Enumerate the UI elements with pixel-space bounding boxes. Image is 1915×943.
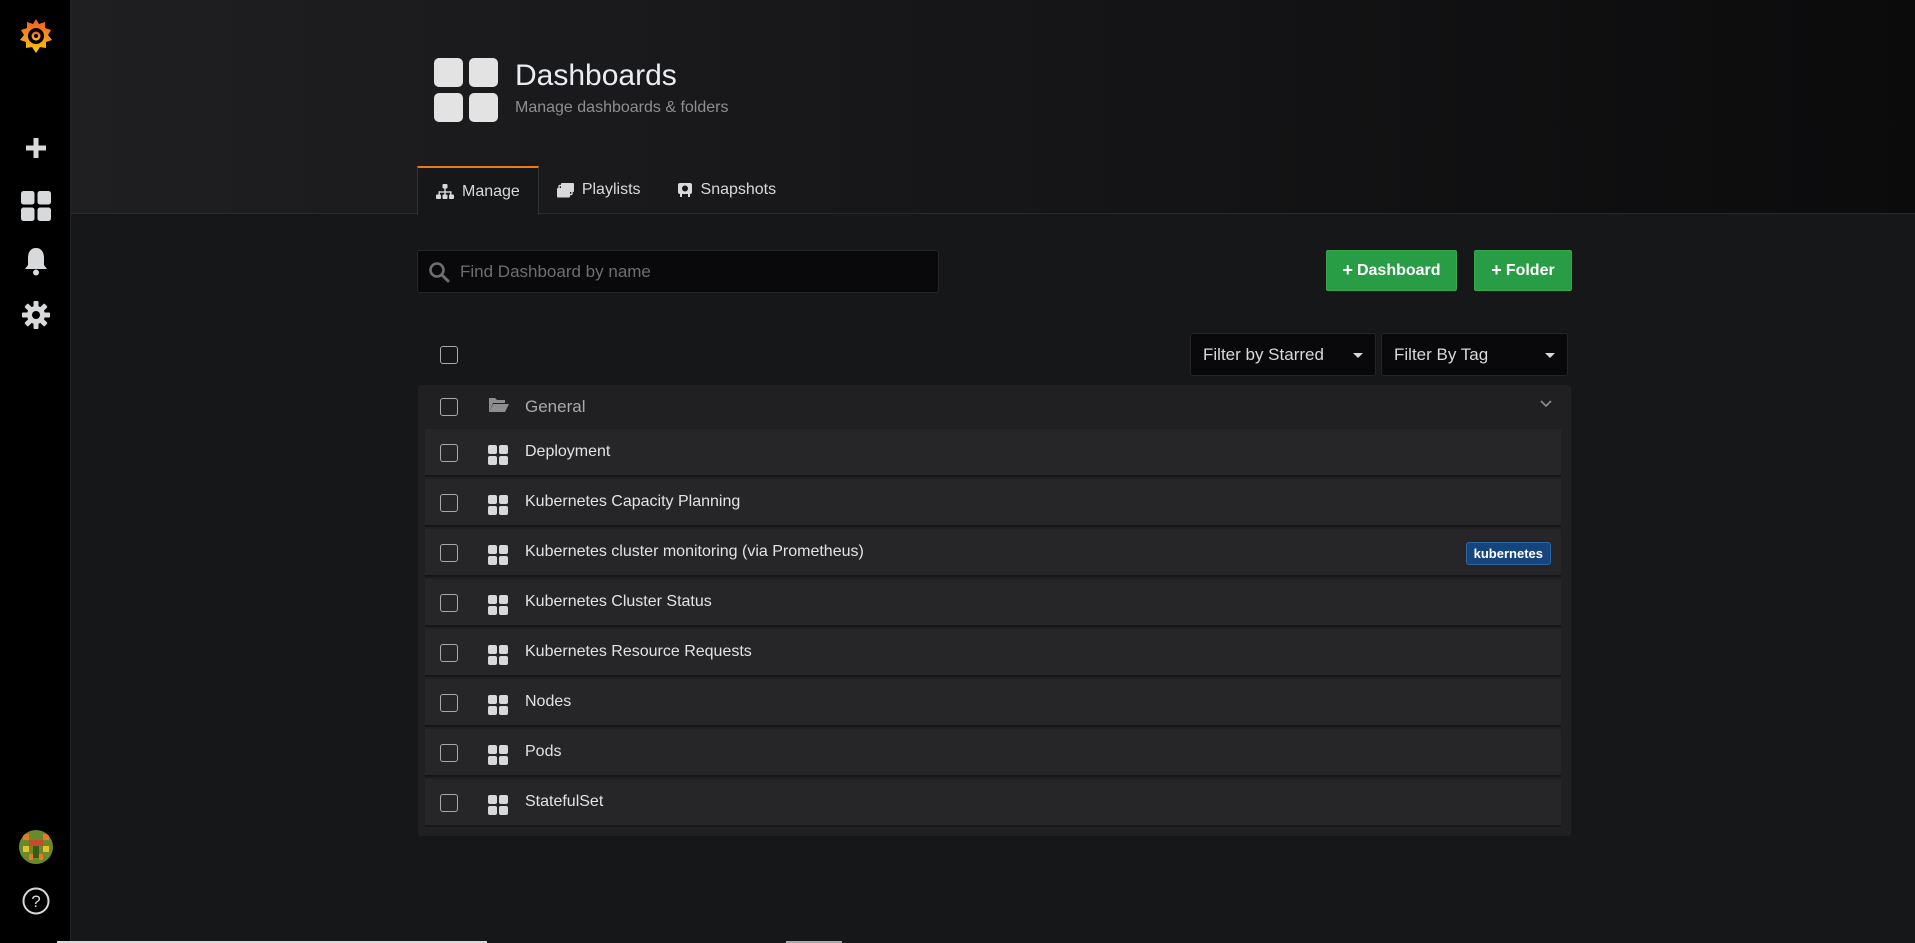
- avatar[interactable]: [0, 830, 71, 864]
- sitemap-icon: [436, 183, 454, 199]
- dashboard-icon: [488, 595, 508, 615]
- new-dashboard-button[interactable]: + Dashboard: [1326, 250, 1457, 291]
- dashboard-name: StatefulSet: [525, 793, 604, 810]
- tab-label: Snapshots: [700, 181, 777, 198]
- item-checkbox[interactable]: [440, 494, 458, 512]
- folder-checkbox[interactable]: [440, 398, 458, 416]
- search-icon: [429, 261, 450, 282]
- search-input[interactable]: [460, 261, 920, 282]
- plus-icon: +: [1491, 260, 1502, 280]
- dashboard-list: General Deployment Kubernetes Capacity P…: [418, 385, 1571, 836]
- item-checkbox[interactable]: [440, 444, 458, 462]
- dashboard-name: Nodes: [525, 693, 572, 710]
- dashboard-name: Pods: [525, 743, 562, 760]
- dashboard-icon: [488, 495, 508, 515]
- tab-bar: Manage Playlists Snapshots: [417, 166, 795, 215]
- folder-row-general[interactable]: General: [418, 385, 1571, 428]
- tab-playlists[interactable]: Playlists: [539, 166, 659, 214]
- new-folder-label: Folder: [1505, 261, 1555, 279]
- dashboard-name: Kubernetes cluster monitoring (via Prome…: [525, 543, 864, 560]
- list-item[interactable]: Nodes: [425, 679, 1561, 727]
- list-item[interactable]: Kubernetes Cluster Status: [425, 579, 1561, 627]
- item-checkbox[interactable]: [440, 544, 458, 562]
- list-item[interactable]: Kubernetes Capacity Planning: [425, 479, 1561, 527]
- tab-manage[interactable]: Manage: [417, 166, 539, 215]
- sidebar: ?: [0, 0, 71, 943]
- list-item[interactable]: Kubernetes Resource Requests: [425, 629, 1561, 677]
- item-checkbox[interactable]: [440, 594, 458, 612]
- caret-down-icon: [1545, 353, 1555, 358]
- list-item[interactable]: Deployment: [425, 429, 1561, 477]
- dashboard-icon: [488, 445, 508, 465]
- chevron-down-icon[interactable]: [1539, 396, 1553, 410]
- filter-starred-select[interactable]: Filter by Starred: [1190, 333, 1376, 376]
- new-folder-button[interactable]: + Folder: [1474, 250, 1572, 291]
- filter-tag-select[interactable]: Filter By Tag: [1381, 333, 1568, 376]
- folder-open-icon: [489, 398, 509, 412]
- tab-label: Manage: [462, 182, 520, 200]
- folder-name: General: [525, 397, 586, 416]
- tab-snapshots[interactable]: Snapshots: [659, 166, 795, 214]
- svg-text:?: ?: [31, 892, 40, 911]
- list-item[interactable]: StatefulSet: [425, 779, 1561, 827]
- item-checkbox[interactable]: [440, 694, 458, 712]
- item-checkbox[interactable]: [440, 794, 458, 812]
- dashboards-icon: [434, 58, 498, 122]
- dashboard-icon: [488, 645, 508, 665]
- list-item[interactable]: Kubernetes cluster monitoring (via Prome…: [425, 529, 1561, 577]
- tag-badge[interactable]: kubernetes: [1465, 542, 1551, 565]
- item-checkbox[interactable]: [440, 744, 458, 762]
- camera-icon: [677, 183, 692, 197]
- item-checkbox[interactable]: [440, 644, 458, 662]
- dashboard-name: Kubernetes Cluster Status: [525, 593, 712, 610]
- dashboard-name: Kubernetes Resource Requests: [525, 643, 752, 660]
- filter-starred-label: Filter by Starred: [1203, 344, 1324, 364]
- dashboard-icon: [488, 695, 508, 715]
- plus-icon[interactable]: [0, 132, 71, 164]
- bell-icon[interactable]: [0, 244, 71, 278]
- search-box: [417, 250, 939, 293]
- grafana-logo[interactable]: [0, 14, 71, 58]
- page-title: Dashboards: [515, 59, 677, 92]
- caret-down-icon: [1353, 353, 1363, 358]
- dashboard-icon: [488, 545, 508, 565]
- tab-label: Playlists: [581, 181, 641, 198]
- filter-tag-label: Filter By Tag: [1394, 344, 1489, 364]
- playlist-icon: [556, 182, 574, 197]
- plus-icon: +: [1342, 260, 1353, 280]
- dashboard-name: Kubernetes Capacity Planning: [525, 493, 741, 510]
- gear-icon[interactable]: [0, 298, 71, 332]
- dashboards-icon[interactable]: [0, 188, 71, 224]
- dashboard-name: Deployment: [525, 443, 611, 460]
- new-dashboard-label: Dashboard: [1356, 261, 1441, 279]
- page-subtitle: Manage dashboards & folders: [515, 99, 729, 116]
- question-icon[interactable]: ?: [0, 884, 71, 918]
- list-item[interactable]: Pods: [425, 729, 1561, 777]
- select-all-checkbox[interactable]: [440, 346, 458, 364]
- dashboard-icon: [488, 795, 508, 815]
- page-header: Dashboards Manage dashboards & folders M…: [71, 0, 1915, 215]
- dashboard-icon: [488, 745, 508, 765]
